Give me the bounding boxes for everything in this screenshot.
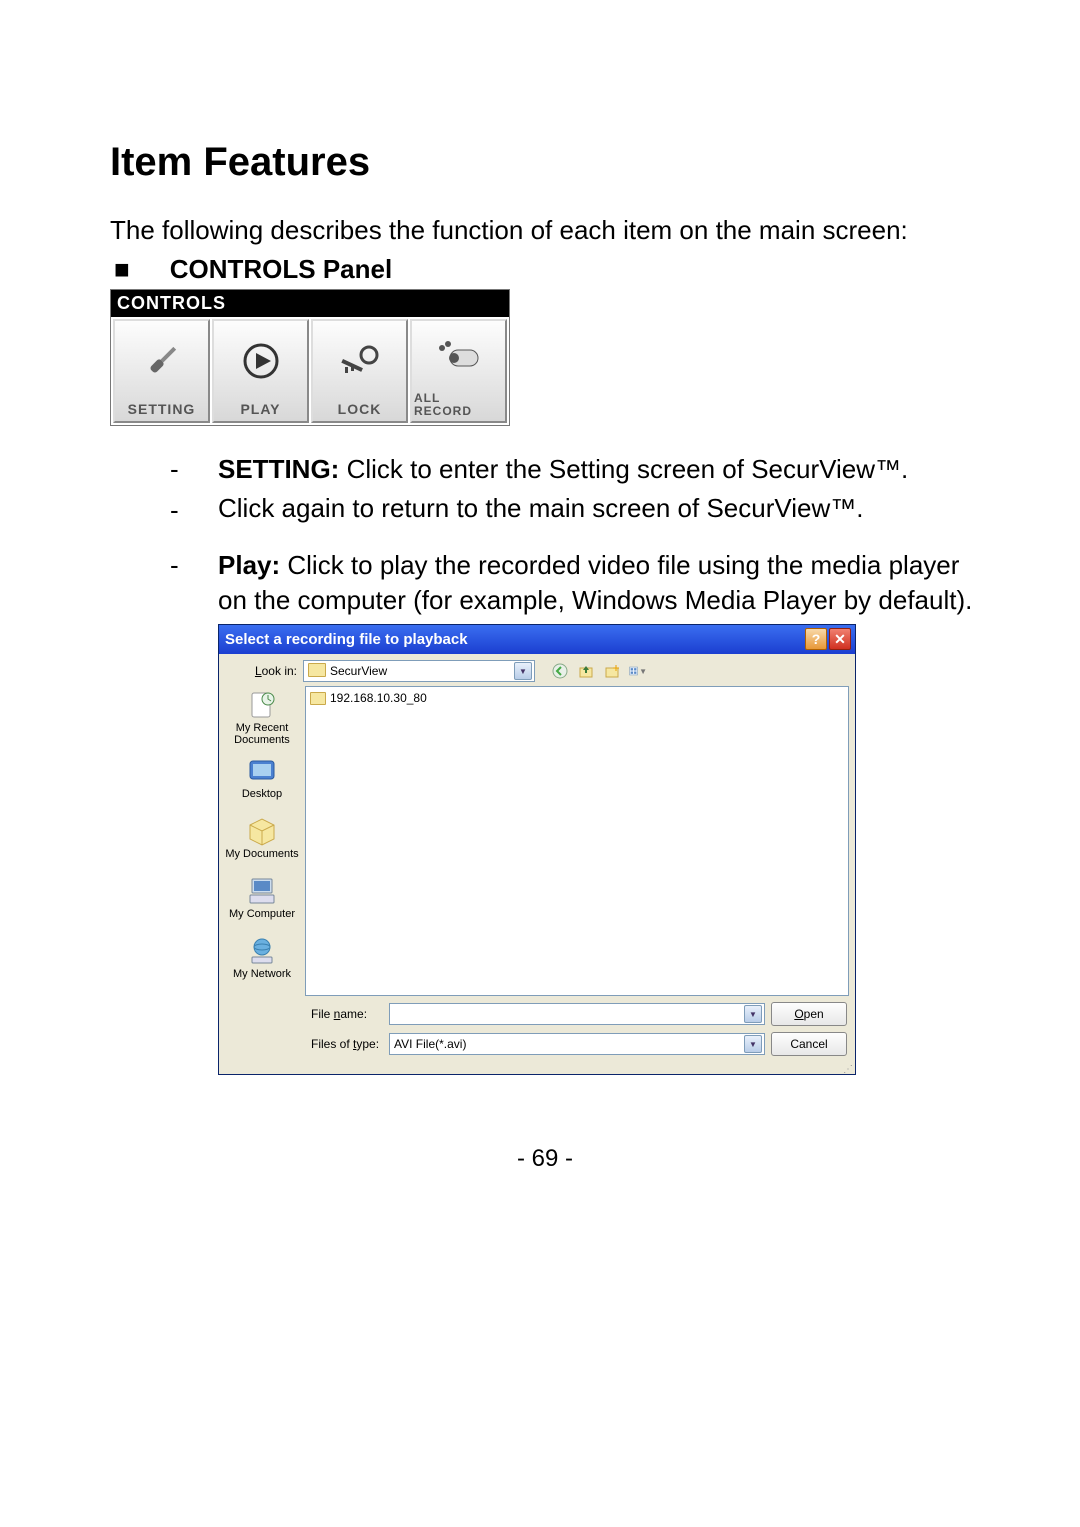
play-button[interactable]: PLAY (212, 319, 309, 423)
place-mynet[interactable]: My Network (222, 928, 302, 986)
place-mycomp[interactable]: My Computer (222, 868, 302, 926)
play-desc: Play: Click to play the recorded video f… (170, 548, 980, 618)
look-in-label: Look Look in:in: (227, 664, 297, 678)
dialog-titlebar: Select a recording file to playback ? ✕ (219, 625, 855, 654)
controls-panel-header: CONTROLS (111, 290, 509, 317)
back-icon[interactable] (551, 662, 569, 680)
key-icon (313, 321, 406, 401)
cancel-button[interactable]: Cancel (771, 1032, 847, 1056)
filetype-label: Files of type:Files of type: (311, 1037, 383, 1051)
setting-return: Click again to return to the main screen… (170, 491, 980, 526)
desktop-icon (245, 754, 279, 788)
place-recent[interactable]: My Recent Documents (222, 688, 302, 746)
dialog-toolbar: Look Look in:in: SecurView ▼ (219, 654, 855, 686)
file-list[interactable]: 192.168.10.30_80 (305, 686, 849, 996)
chevron-down-icon[interactable]: ▼ (744, 1005, 762, 1023)
resize-grip-icon[interactable]: ⋰ (219, 1064, 855, 1074)
lock-button[interactable]: LOCK (311, 319, 408, 423)
chevron-down-icon[interactable]: ▼ (514, 662, 532, 680)
section-title: CONTROLS Panel (170, 254, 392, 285)
filename-label: File name:File name: (311, 1007, 383, 1021)
filetype-combo[interactable]: AVI File(*.avi) ▼ (389, 1033, 765, 1055)
setting-desc: SETTING: Click to enter the Setting scre… (170, 452, 980, 487)
all-record-label: ALL RECORD (410, 392, 507, 421)
file-open-dialog: Select a recording file to playback ? ✕ … (218, 624, 856, 1075)
intro-text: The following describes the function of … (110, 213, 980, 248)
lock-label: LOCK (338, 401, 382, 421)
place-desktop[interactable]: Desktop (222, 748, 302, 806)
controls-panel: CONTROLS SETTING (110, 289, 510, 426)
screwdriver-icon (115, 321, 208, 401)
file-item-label: 192.168.10.30_80 (330, 691, 427, 705)
camera-icon (412, 321, 505, 392)
views-icon[interactable]: ▼ (629, 662, 647, 680)
look-in-combo[interactable]: SecurView ▼ (303, 660, 535, 682)
folder-icon (308, 663, 326, 680)
description-list: SETTING: Click to enter the Setting scre… (110, 452, 980, 618)
open-button[interactable]: OpenOpen (771, 1002, 847, 1026)
help-button[interactable]: ? (805, 628, 827, 650)
close-button[interactable]: ✕ (829, 628, 851, 650)
play-label: PLAY (240, 401, 280, 421)
dialog-title: Select a recording file to playback (225, 631, 468, 648)
my-network-icon (245, 934, 279, 968)
new-folder-icon[interactable] (603, 662, 621, 680)
filename-input[interactable]: ▼ (389, 1003, 765, 1025)
bullet-square: ■ (114, 254, 130, 285)
my-computer-icon (245, 874, 279, 908)
look-in-value: SecurView (330, 664, 387, 678)
places-bar: My Recent Documents Desktop My Documents (219, 686, 305, 996)
recent-docs-icon (245, 688, 279, 722)
page-heading: Item Features (110, 140, 980, 185)
folder-icon (310, 692, 326, 705)
place-mydocs[interactable]: My Documents (222, 808, 302, 866)
up-folder-icon[interactable] (577, 662, 595, 680)
my-documents-icon (245, 814, 279, 848)
all-record-button[interactable]: ALL RECORD (410, 319, 507, 423)
setting-label: SETTING (128, 401, 196, 421)
chevron-down-icon[interactable]: ▼ (744, 1035, 762, 1053)
file-item[interactable]: 192.168.10.30_80 (310, 691, 844, 705)
section-row: ■ CONTROLS Panel (110, 254, 980, 285)
setting-button[interactable]: SETTING (113, 319, 210, 423)
page-number: - 69 - (110, 1145, 980, 1173)
play-icon (214, 321, 307, 401)
